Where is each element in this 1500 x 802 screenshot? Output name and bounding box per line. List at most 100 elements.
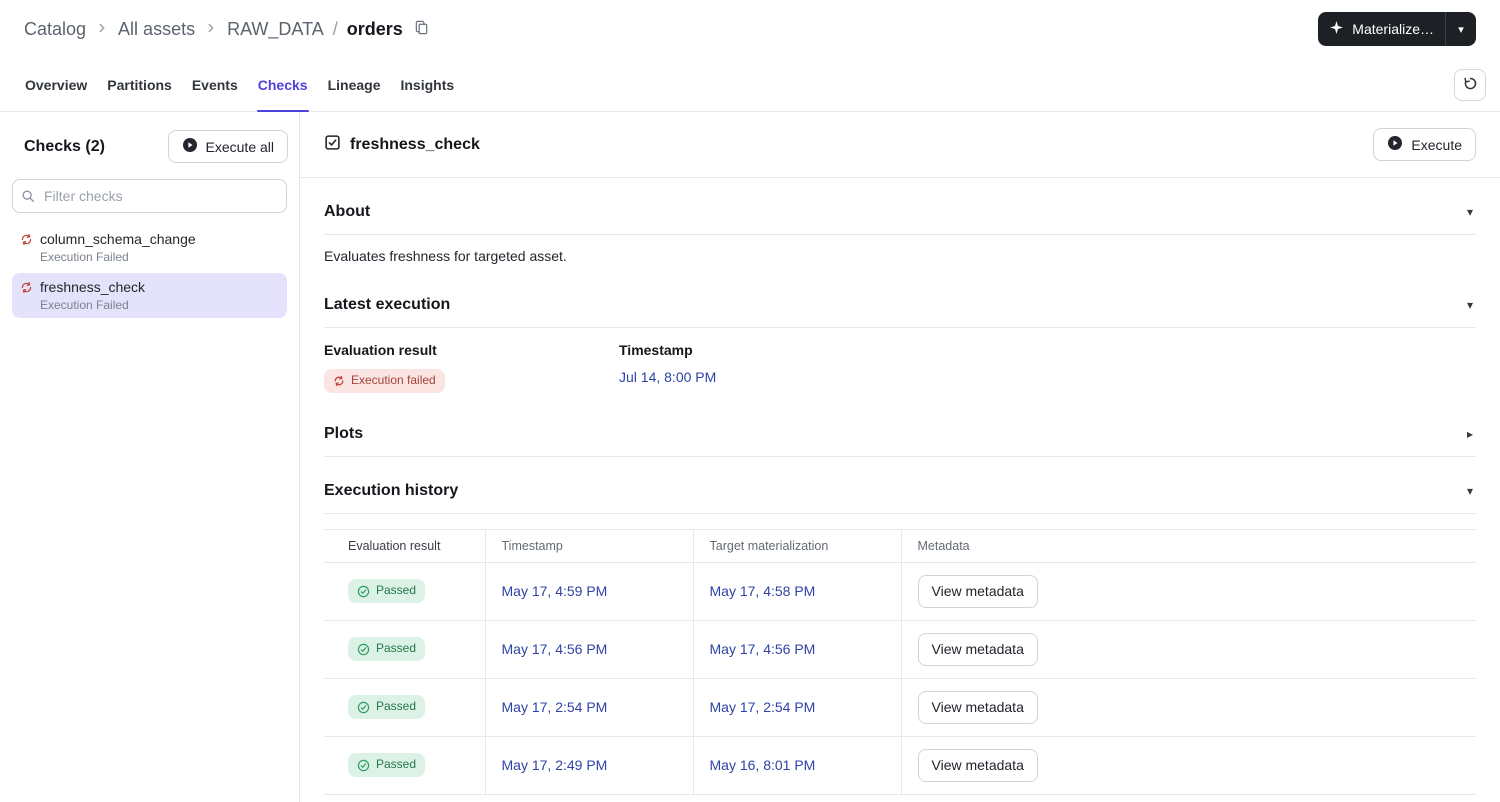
asset-checks-page: Catalog All assets RAW_DATA / orders Mat… xyxy=(0,0,1500,802)
collapse-chevron-icon[interactable]: ▾ xyxy=(1464,299,1476,311)
check-name: column_schema_change xyxy=(40,231,196,247)
breadcrumb-current-asset: orders xyxy=(346,18,403,39)
materialize-dropdown-button[interactable]: ▾ xyxy=(1445,12,1476,46)
play-icon xyxy=(1387,135,1403,154)
row-timestamp-link[interactable]: May 17, 4:59 PM xyxy=(502,583,608,599)
materialize-button[interactable]: Materialize… xyxy=(1318,12,1445,46)
check-circle-icon xyxy=(357,585,370,598)
collapse-chevron-icon[interactable]: ▾ xyxy=(1464,206,1476,218)
section-execution-history-header: Execution history ▾ xyxy=(324,457,1476,514)
about-description: Evaluates freshness for targeted asset. xyxy=(324,248,567,264)
check-circle-icon xyxy=(357,759,370,772)
materialize-label: Materialize… xyxy=(1352,21,1434,37)
passed-badge-label: Passed xyxy=(376,641,417,656)
top-bar: Catalog All assets RAW_DATA / orders Mat… xyxy=(0,0,1500,58)
tab-insights[interactable]: Insights xyxy=(399,58,455,111)
section-plots-header: Plots ▸ xyxy=(324,400,1476,457)
caret-down-icon: ▾ xyxy=(1458,23,1464,36)
passed-badge-label: Passed xyxy=(376,757,417,772)
latest-timestamp-link[interactable]: Jul 14, 8:00 PM xyxy=(619,369,716,385)
sparkle-icon xyxy=(1329,20,1344,38)
evaluation-result-label: Evaluation result xyxy=(324,342,437,358)
asset-check-icon xyxy=(324,134,341,156)
latest-execution-heading: Latest execution xyxy=(324,296,451,313)
execute-button[interactable]: Execute xyxy=(1373,128,1476,161)
column-header-metadata: Metadata xyxy=(900,528,1476,563)
column-header-timestamp: Timestamp xyxy=(484,528,693,563)
collapse-chevron-icon[interactable]: ▾ xyxy=(1464,485,1476,497)
view-metadata-button[interactable]: View metadata xyxy=(917,632,1038,666)
target-materialization-link[interactable]: May 16, 8:01 PM xyxy=(710,757,816,773)
execution-failed-badge-label: Execution failed xyxy=(351,373,436,387)
check-detail-header: freshness_check Execute xyxy=(300,112,1500,178)
table-row: Passed May 17, 2:54 PM May 17, 2:54 PM V… xyxy=(324,678,1476,737)
passed-badge-label: Passed xyxy=(376,583,417,598)
row-timestamp-link[interactable]: May 17, 4:56 PM xyxy=(502,641,608,657)
execution-failed-icon xyxy=(333,375,345,387)
tabs: Overview Partitions Events Checks Lineag… xyxy=(24,58,455,112)
tabbar-spacer xyxy=(455,58,1454,111)
table-row: Passed May 17, 2:49 PM May 16, 8:01 PM V… xyxy=(324,736,1476,795)
execute-all-button[interactable]: Execute all xyxy=(167,130,288,163)
check-detail-content: About ▾ Evaluates freshness for targeted… xyxy=(300,178,1500,802)
breadcrumb-item-all-assets[interactable]: All assets xyxy=(118,19,195,40)
checks-count-title: Checks (2) xyxy=(24,137,105,155)
check-title: freshness_check xyxy=(350,135,480,153)
view-metadata-button[interactable]: View metadata xyxy=(917,748,1038,782)
copy-asset-name-button[interactable] xyxy=(412,18,431,40)
execute-all-label: Execute all xyxy=(205,138,274,155)
sidebar-header: Checks (2) Execute all xyxy=(0,112,299,169)
tab-partitions[interactable]: Partitions xyxy=(106,58,173,111)
view-metadata-button[interactable]: View metadata xyxy=(917,690,1038,724)
timestamp-label: Timestamp xyxy=(619,342,693,358)
passed-badge: Passed xyxy=(348,753,426,777)
check-list-item-column-schema-change[interactable]: column_schema_change Execution Failed xyxy=(12,225,287,270)
section-about-header: About ▾ xyxy=(324,178,1476,235)
check-status: Execution Failed xyxy=(40,250,129,264)
breadcrumb-item-raw-data[interactable]: RAW_DATA xyxy=(227,19,324,40)
filter-checks-input[interactable] xyxy=(12,179,287,213)
passed-badge: Passed xyxy=(348,637,426,661)
check-name: freshness_check xyxy=(40,279,146,295)
breadcrumb-separator: / xyxy=(332,18,338,39)
breadcrumb-item-catalog[interactable]: Catalog xyxy=(24,19,86,40)
section-latest-execution-header: Latest execution ▾ xyxy=(324,271,1476,328)
tab-events[interactable]: Events xyxy=(191,58,239,111)
expand-chevron-icon[interactable]: ▸ xyxy=(1464,428,1476,440)
execution-history-table: Evaluation result Timestamp Target mater… xyxy=(324,528,1476,795)
tab-checks[interactable]: Checks xyxy=(256,58,309,112)
target-materialization-link[interactable]: May 17, 4:56 PM xyxy=(710,641,816,657)
materialize-split-button: Materialize… ▾ xyxy=(1318,12,1476,46)
chevron-right-icon xyxy=(204,19,218,40)
check-circle-icon xyxy=(357,701,370,714)
copy-icon xyxy=(414,20,429,38)
plots-heading: Plots xyxy=(324,424,364,442)
check-list: column_schema_change Execution Failed fr… xyxy=(0,225,299,318)
column-header-evaluation-result: Evaluation result xyxy=(324,528,485,563)
target-materialization-link[interactable]: May 17, 2:54 PM xyxy=(710,699,816,715)
row-timestamp-link[interactable]: May 17, 2:49 PM xyxy=(502,757,608,773)
execution-history-heading: Execution history xyxy=(324,481,459,499)
checks-sidebar: Checks (2) Execute all column_schema_cha… xyxy=(0,112,300,802)
execute-label: Execute xyxy=(1411,136,1462,153)
view-metadata-button[interactable]: View metadata xyxy=(917,574,1038,608)
table-row: Passed May 17, 4:56 PM May 17, 4:56 PM V… xyxy=(324,620,1476,679)
tab-overview[interactable]: Overview xyxy=(24,58,88,111)
refresh-button[interactable] xyxy=(1454,68,1486,101)
check-circle-icon xyxy=(357,643,370,656)
tab-lineage[interactable]: Lineage xyxy=(327,58,382,111)
latest-execution-body: Evaluation result Execution failed Times… xyxy=(324,328,1476,400)
passed-badge: Passed xyxy=(348,579,426,603)
play-icon xyxy=(182,137,198,156)
table-header-row: Evaluation result Timestamp Target mater… xyxy=(324,528,1476,563)
check-status: Execution Failed xyxy=(40,298,129,312)
chevron-right-icon xyxy=(95,19,109,40)
filter-checks-wrap xyxy=(12,179,287,213)
check-list-item-freshness-check[interactable]: freshness_check Execution Failed xyxy=(12,273,287,318)
target-materialization-link[interactable]: May 17, 4:58 PM xyxy=(710,583,816,599)
about-heading: About xyxy=(324,203,371,220)
check-detail-panel: freshness_check Execute About ▾ Evaluate… xyxy=(300,112,1500,802)
asset-tab-bar: Overview Partitions Events Checks Lineag… xyxy=(0,58,1500,112)
row-timestamp-link[interactable]: May 17, 2:54 PM xyxy=(502,699,608,715)
breadcrumb: Catalog All assets RAW_DATA / orders xyxy=(24,18,431,40)
